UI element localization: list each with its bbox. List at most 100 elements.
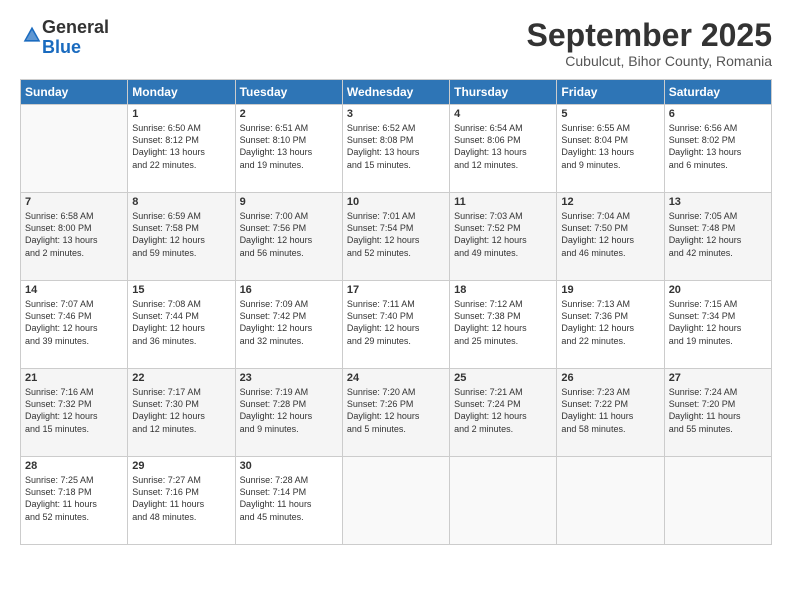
day-number: 4 (454, 108, 552, 120)
day-cell: 7 Sunrise: 6:58 AMSunset: 8:00 PMDaylight… (21, 193, 128, 281)
header-tuesday: Tuesday (235, 80, 342, 105)
logo-icon (22, 25, 42, 45)
day-cell: 2Sunrise: 6:51 AMSunset: 8:10 PMDaylight… (235, 105, 342, 193)
week-row-5: 28 Sunrise: 7:25 AMSunset: 7:18 PMDayligh… (21, 457, 772, 545)
day-cell: 15 Sunrise: 7:08 AMSunset: 7:44 PMDayligh… (128, 281, 235, 369)
day-info: Sunrise: 7:20 AMSunset: 7:26 PMDaylight:… (347, 386, 445, 435)
day-cell (450, 457, 557, 545)
day-number: 11 (454, 196, 552, 208)
header-thursday: Thursday (450, 80, 557, 105)
day-cell: 9Sunrise: 7:00 AMSunset: 7:56 PMDaylight… (235, 193, 342, 281)
day-cell: 4 Sunrise: 6:54 AMSunset: 8:06 PMDaylight… (450, 105, 557, 193)
day-number: 12 (561, 196, 659, 208)
day-cell (342, 457, 449, 545)
day-cell: 20 Sunrise: 7:15 AMSunset: 7:34 PMDayligh… (664, 281, 771, 369)
title-block: September 2025 Cubulcut, Bihor County, R… (527, 18, 772, 69)
day-info: Sunrise: 7:08 AMSunset: 7:44 PMDaylight:… (132, 298, 230, 347)
logo-blue: Blue (42, 37, 81, 57)
day-number: 3 (347, 108, 445, 120)
day-info: Sunrise: 7:09 AMSunset: 7:42 PMDaylight:… (240, 298, 338, 347)
day-number: 13 (669, 196, 767, 208)
day-cell: 3 Sunrise: 6:52 AMSunset: 8:08 PMDaylight… (342, 105, 449, 193)
day-info: Sunrise: 7:03 AMSunset: 7:52 PMDaylight:… (454, 210, 552, 259)
day-info: Sunrise: 7:21 AMSunset: 7:24 PMDaylight:… (454, 386, 552, 435)
day-cell: 19 Sunrise: 7:13 AMSunset: 7:36 PMDayligh… (557, 281, 664, 369)
day-info: Sunrise: 6:51 AMSunset: 8:10 PMDaylight:… (240, 122, 338, 171)
day-info: Sunrise: 7:16 AMSunset: 7:32 PMDaylight:… (25, 386, 123, 435)
day-info: Sunrise: 7:25 AMSunset: 7:18 PMDaylight:… (25, 474, 123, 523)
day-cell: 18 Sunrise: 7:12 AMSunset: 7:38 PMDayligh… (450, 281, 557, 369)
day-cell: 16 Sunrise: 7:09 AMSunset: 7:42 PMDayligh… (235, 281, 342, 369)
day-number: 5 (561, 108, 659, 120)
day-info: Sunrise: 6:59 AMSunset: 7:58 PMDaylight:… (132, 210, 230, 259)
day-cell: 27 Sunrise: 7:24 AMSunset: 7:20 PMDayligh… (664, 369, 771, 457)
day-number: 1 (132, 108, 230, 120)
day-number: 15 (132, 284, 230, 296)
day-cell: 13 Sunrise: 7:05 AMSunset: 7:48 PMDayligh… (664, 193, 771, 281)
location: Cubulcut, Bihor County, Romania (527, 53, 772, 69)
day-number: 26 (561, 372, 659, 384)
header: General Blue September 2025 Cubulcut, Bi… (20, 18, 772, 69)
day-cell (557, 457, 664, 545)
day-number: 6 (669, 108, 767, 120)
day-info: Sunrise: 7:28 AMSunset: 7:14 PMDaylight:… (240, 474, 338, 523)
day-cell: 23 Sunrise: 7:19 AMSunset: 7:28 PMDayligh… (235, 369, 342, 457)
header-friday: Friday (557, 80, 664, 105)
week-row-1: 1Sunrise: 6:50 AMSunset: 8:12 PMDaylight… (21, 105, 772, 193)
day-cell: 1Sunrise: 6:50 AMSunset: 8:12 PMDaylight… (128, 105, 235, 193)
day-number: 8 (132, 196, 230, 208)
day-info: Sunrise: 7:00 AMSunset: 7:56 PMDaylight:… (240, 210, 338, 259)
day-cell: 12 Sunrise: 7:04 AMSunset: 7:50 PMDayligh… (557, 193, 664, 281)
day-number: 10 (347, 196, 445, 208)
day-info: Sunrise: 7:27 AMSunset: 7:16 PMDaylight:… (132, 474, 230, 523)
header-saturday: Saturday (664, 80, 771, 105)
day-info: Sunrise: 7:19 AMSunset: 7:28 PMDaylight:… (240, 386, 338, 435)
day-number: 29 (132, 460, 230, 472)
day-info: Sunrise: 7:05 AMSunset: 7:48 PMDaylight:… (669, 210, 767, 259)
day-cell: 24 Sunrise: 7:20 AMSunset: 7:26 PMDayligh… (342, 369, 449, 457)
day-number: 20 (669, 284, 767, 296)
day-cell: 5 Sunrise: 6:55 AMSunset: 8:04 PMDaylight… (557, 105, 664, 193)
day-number: 30 (240, 460, 338, 472)
day-number: 18 (454, 284, 552, 296)
day-info: Sunrise: 7:17 AMSunset: 7:30 PMDaylight:… (132, 386, 230, 435)
day-number: 16 (240, 284, 338, 296)
day-cell: 6 Sunrise: 6:56 AMSunset: 8:02 PMDaylight… (664, 105, 771, 193)
day-info: Sunrise: 7:04 AMSunset: 7:50 PMDaylight:… (561, 210, 659, 259)
day-cell: 25 Sunrise: 7:21 AMSunset: 7:24 PMDayligh… (450, 369, 557, 457)
day-cell: 22Sunrise: 7:17 AMSunset: 7:30 PMDayligh… (128, 369, 235, 457)
header-wednesday: Wednesday (342, 80, 449, 105)
day-cell (664, 457, 771, 545)
day-number: 25 (454, 372, 552, 384)
week-row-4: 21Sunrise: 7:16 AMSunset: 7:32 PMDayligh… (21, 369, 772, 457)
day-number: 24 (347, 372, 445, 384)
day-info: Sunrise: 7:11 AMSunset: 7:40 PMDaylight:… (347, 298, 445, 347)
day-number: 17 (347, 284, 445, 296)
day-number: 27 (669, 372, 767, 384)
day-info: Sunrise: 7:07 AMSunset: 7:46 PMDaylight:… (25, 298, 123, 347)
day-info: Sunrise: 6:54 AMSunset: 8:06 PMDaylight:… (454, 122, 552, 171)
day-cell: 8 Sunrise: 6:59 AMSunset: 7:58 PMDaylight… (128, 193, 235, 281)
day-info: Sunrise: 7:13 AMSunset: 7:36 PMDaylight:… (561, 298, 659, 347)
day-info: Sunrise: 7:12 AMSunset: 7:38 PMDaylight:… (454, 298, 552, 347)
day-info: Sunrise: 6:58 AMSunset: 8:00 PMDaylight:… (25, 210, 123, 259)
day-cell: 10Sunrise: 7:01 AMSunset: 7:54 PMDayligh… (342, 193, 449, 281)
day-info: Sunrise: 6:55 AMSunset: 8:04 PMDaylight:… (561, 122, 659, 171)
day-number: 23 (240, 372, 338, 384)
day-info: Sunrise: 6:56 AMSunset: 8:02 PMDaylight:… (669, 122, 767, 171)
day-cell: 21Sunrise: 7:16 AMSunset: 7:32 PMDayligh… (21, 369, 128, 457)
day-number: 7 (25, 196, 123, 208)
day-cell: 26Sunrise: 7:23 AMSunset: 7:22 PMDayligh… (557, 369, 664, 457)
day-info: Sunrise: 7:24 AMSunset: 7:20 PMDaylight:… (669, 386, 767, 435)
month-title: September 2025 (527, 18, 772, 53)
week-row-2: 7 Sunrise: 6:58 AMSunset: 8:00 PMDaylight… (21, 193, 772, 281)
day-number: 28 (25, 460, 123, 472)
calendar: Sunday Monday Tuesday Wednesday Thursday… (20, 79, 772, 545)
header-monday: Monday (128, 80, 235, 105)
header-sunday: Sunday (21, 80, 128, 105)
day-info: Sunrise: 6:52 AMSunset: 8:08 PMDaylight:… (347, 122, 445, 171)
day-info: Sunrise: 7:15 AMSunset: 7:34 PMDaylight:… (669, 298, 767, 347)
day-number: 19 (561, 284, 659, 296)
logo-general: General (42, 17, 109, 37)
logo-text: General Blue (42, 18, 109, 58)
